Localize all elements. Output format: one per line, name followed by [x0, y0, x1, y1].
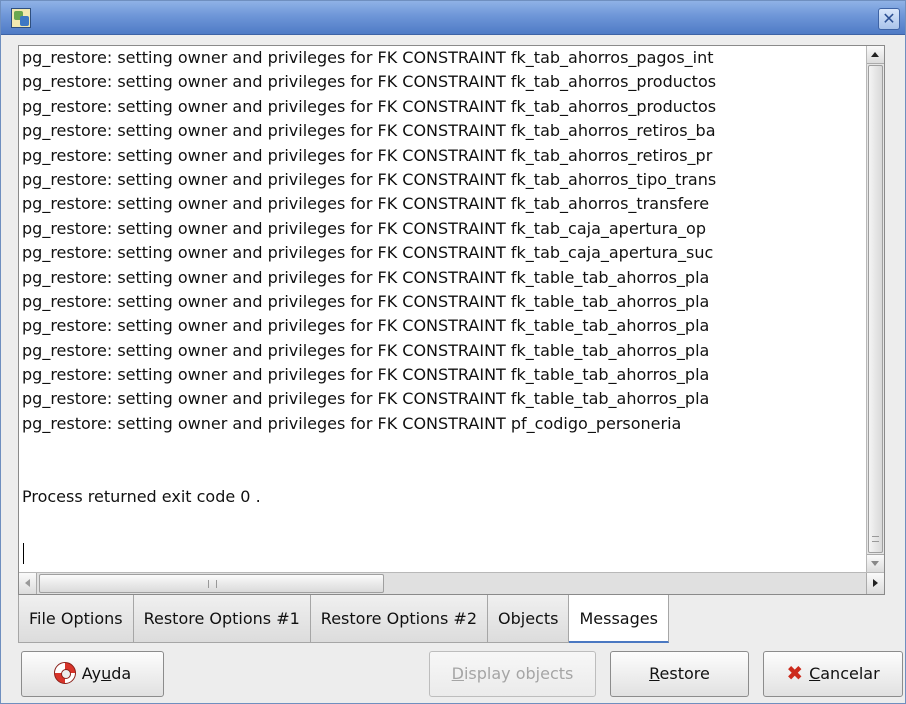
log-line: pg_restore: setting owner and privileges… [22, 340, 710, 360]
log-line: pg_restore: setting owner and privileges… [22, 267, 710, 287]
tab-restore-options-1[interactable]: Restore Options #1 [133, 595, 311, 643]
scroll-left-arrow-icon[interactable] [19, 573, 37, 594]
tab-file-options[interactable]: File Options [18, 595, 134, 643]
cancel-button[interactable]: ✖ Cancelar [763, 651, 903, 697]
tab-messages[interactable]: Messages [569, 595, 669, 643]
restore-dialog: ✕ pg_restore: setting owner and privileg… [0, 0, 906, 704]
app-icon [11, 8, 31, 28]
scroll-down-arrow-icon[interactable] [867, 554, 884, 572]
log-line: pg_restore: setting owner and privileges… [22, 316, 710, 336]
log-line: pg_restore: setting owner and privileges… [22, 194, 710, 214]
close-button[interactable]: ✕ [878, 8, 900, 30]
display-objects-button[interactable]: Display objects [429, 651, 596, 697]
log-line: pg_restore: setting owner and privileges… [22, 243, 714, 263]
messages-log[interactable]: pg_restore: setting owner and privileges… [18, 45, 885, 595]
horizontal-scrollbar[interactable] [19, 572, 884, 594]
log-line: pg_restore: setting owner and privileges… [22, 121, 716, 141]
log-line: pg_restore: setting owner and privileges… [22, 48, 714, 67]
help-button[interactable]: Ayuda [21, 651, 164, 697]
restore-button[interactable]: Restore [610, 651, 749, 697]
log-line: pg_restore: setting owner and privileges… [22, 218, 706, 238]
scroll-right-arrow-icon[interactable] [866, 573, 884, 594]
log-line: Process returned exit code 0 . [22, 487, 261, 507]
tab-objects[interactable]: Objects [488, 595, 570, 643]
horizontal-scroll-thumb[interactable] [39, 574, 384, 593]
log-line: pg_restore: setting owner and privileges… [22, 96, 717, 116]
title-bar[interactable]: ✕ [1, 1, 905, 35]
vertical-scroll-thumb[interactable] [868, 65, 883, 553]
log-line: pg_restore: setting owner and privileges… [22, 169, 717, 189]
log-line: pg_restore: setting owner and privileges… [22, 389, 710, 409]
tab-bar: File Options Restore Options #1 Restore … [18, 595, 669, 643]
button-bar: Ayuda Display objects Restore ✖ Cancelar [1, 651, 905, 701]
log-line: pg_restore: setting owner and privileges… [22, 291, 710, 311]
log-line: pg_restore: setting owner and privileges… [22, 365, 710, 385]
text-caret [23, 543, 24, 564]
tab-restore-options-2[interactable]: Restore Options #2 [310, 595, 488, 643]
log-line: pg_restore: setting owner and privileges… [22, 413, 682, 433]
log-line: pg_restore: setting owner and privileges… [22, 145, 713, 165]
log-line: pg_restore: setting owner and privileges… [22, 72, 717, 92]
cancel-x-icon: ✖ [786, 660, 804, 685]
lifebuoy-icon [53, 661, 76, 684]
scroll-up-arrow-icon[interactable] [867, 46, 884, 64]
vertical-scrollbar[interactable] [866, 46, 884, 572]
messages-text[interactable]: pg_restore: setting owner and privileges… [22, 46, 882, 573]
